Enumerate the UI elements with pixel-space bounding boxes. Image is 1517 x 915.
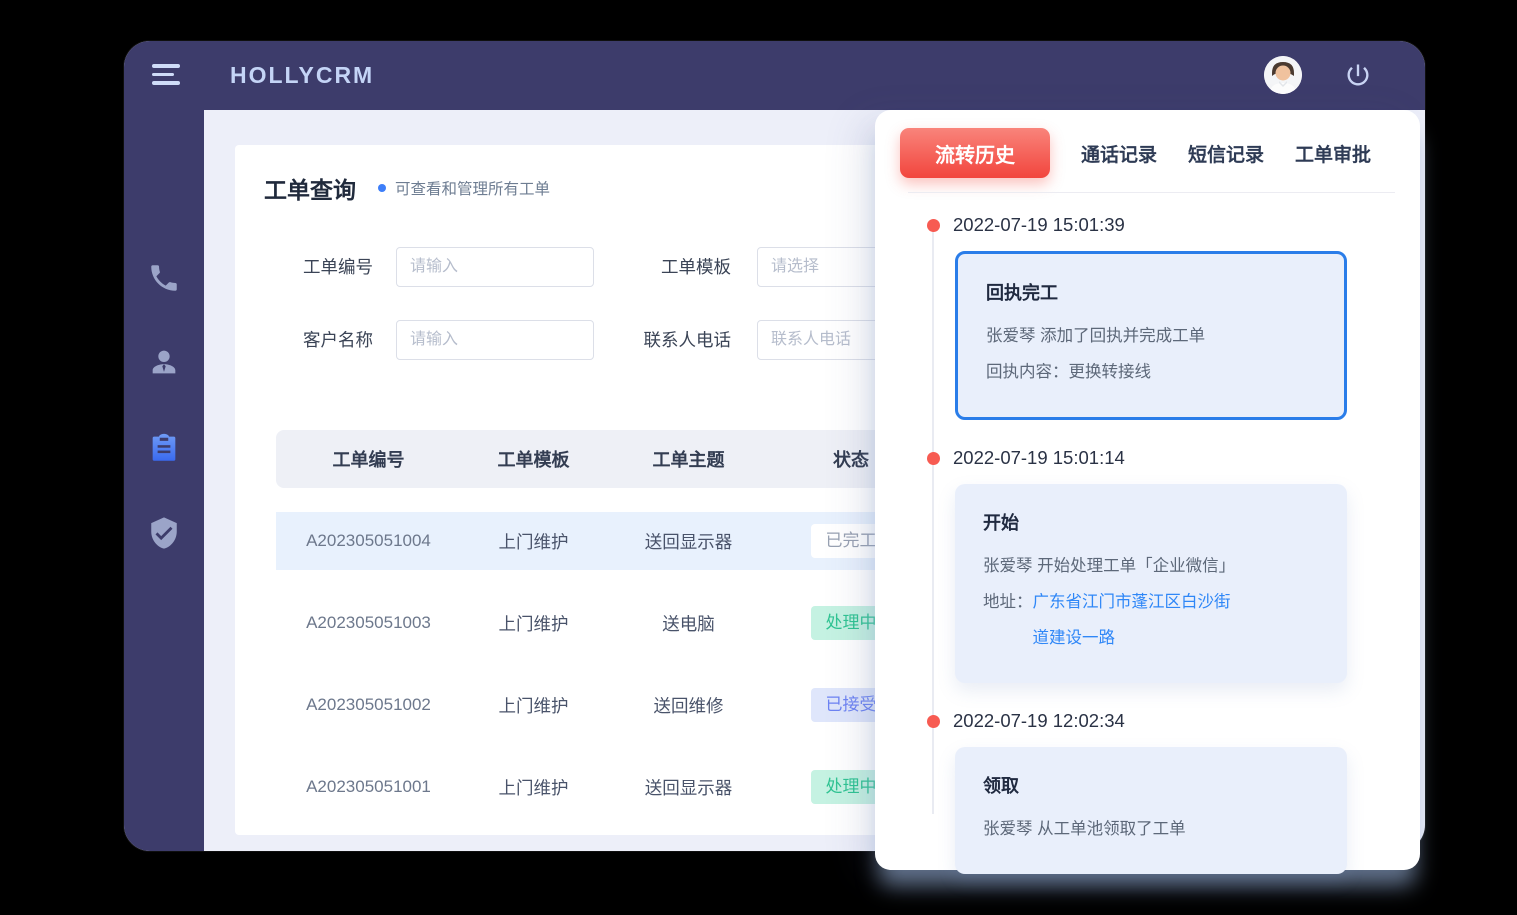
app-logo: HOLLYCRM	[230, 41, 374, 110]
cell-order-no: A202305051004	[276, 531, 461, 551]
timeline-card-address-row: 地址： 广东省江门市蓬江区白沙街道建设一路	[983, 584, 1319, 656]
timeline-timestamp: 2022-07-19 15:01:39	[953, 206, 1392, 236]
sidebar-nav	[124, 110, 204, 851]
filter-label-customer: 客户名称	[265, 320, 373, 360]
table-row[interactable]: A202305051001 上门维护 送回显示器 处理中	[276, 758, 936, 816]
timeline-card-start[interactable]: 开始 张爱琴 开始处理工单「企业微信」 地址： 广东省江门市蓬江区白沙街道建设一…	[955, 484, 1347, 683]
timeline-card-line: 张爱琴 从工单池领取了工单	[983, 811, 1319, 847]
timeline-timestamp: 2022-07-19 12:02:34	[953, 702, 1392, 732]
timeline-card-title: 回执完工	[986, 279, 1316, 305]
phone-icon	[147, 261, 181, 295]
timeline-dot-icon	[927, 452, 940, 465]
timeline-card-line: 回执内容：更换转接线	[986, 354, 1316, 390]
user-avatar[interactable]	[1264, 56, 1302, 94]
order-no-input[interactable]	[396, 247, 594, 287]
customer-name-input[interactable]	[396, 320, 594, 360]
cell-order-no: A202305051003	[276, 613, 461, 633]
page-header: 工单查询 可查看和管理所有工单	[264, 171, 550, 205]
workorder-detail-panel: 流转历史 通话记录 短信记录 工单审批 2022-07-19 15:01:39 …	[875, 110, 1420, 870]
timeline-dot-icon	[927, 715, 940, 728]
power-icon[interactable]	[1344, 61, 1372, 89]
cell-order-no: A202305051001	[276, 777, 461, 797]
timeline-entry: 2022-07-19 15:01:39 回执完工 张爱琴 添加了回执并完成工单 …	[927, 206, 1392, 420]
filter-label-template: 工单模板	[605, 247, 731, 287]
cell-subject: 送回显示器	[606, 775, 771, 800]
timeline-card-receipt-complete[interactable]: 回执完工 张爱琴 添加了回执并完成工单 回执内容：更换转接线	[955, 251, 1347, 420]
page-title: 工单查询	[264, 171, 356, 205]
subtitle-dot-icon	[378, 184, 386, 192]
tab-call-records[interactable]: 通话记录	[1081, 140, 1157, 167]
sidebar-item-customers[interactable]	[147, 345, 181, 379]
filter-label-contact-phone: 联系人电话	[581, 320, 731, 360]
screenshot-root: { "app": { "logo_text": "HOLLYCRM" }, "t…	[0, 0, 1517, 915]
col-header-subject: 工单主题	[606, 446, 771, 472]
menu-icon[interactable]	[152, 64, 182, 88]
workorder-query-card: 工单查询 可查看和管理所有工单 工单编号 工单模板 客户名称 联系人电话 工单编…	[235, 145, 975, 835]
address-link[interactable]: 广东省江门市蓬江区白沙街道建设一路	[1033, 584, 1247, 656]
table-row[interactable]: A202305051004 上门维护 送回显示器 已完工	[276, 512, 936, 570]
sidebar-item-calls[interactable]	[147, 261, 181, 295]
cell-subject: 送回显示器	[606, 529, 771, 554]
col-header-template: 工单模板	[461, 446, 606, 472]
timeline-card-line: 张爱琴 添加了回执并完成工单	[986, 318, 1316, 354]
panel-tabs: 流转历史 通话记录 短信记录 工单审批	[900, 128, 1371, 178]
clipboard-icon	[147, 431, 181, 465]
top-bar: HOLLYCRM	[124, 41, 1425, 110]
timeline-card-title: 领取	[983, 772, 1319, 798]
tab-sms-records[interactable]: 短信记录	[1188, 140, 1264, 167]
address-label: 地址：	[983, 584, 1033, 620]
avatar-image	[1264, 56, 1302, 94]
col-header-order-no: 工单编号	[276, 446, 461, 472]
timeline-entry: 2022-07-19 12:02:34 领取 张爱琴 从工单池领取了工单	[927, 702, 1392, 874]
flow-history-timeline: 2022-07-19 15:01:39 回执完工 张爱琴 添加了回执并完成工单 …	[927, 206, 1392, 893]
person-icon	[147, 345, 181, 379]
cell-template: 上门维护	[461, 611, 606, 636]
timeline-card-line: 张爱琴 开始处理工单「企业微信」	[983, 548, 1319, 584]
tabs-divider	[908, 192, 1395, 193]
cell-template: 上门维护	[461, 529, 606, 554]
tab-flow-history[interactable]: 流转历史	[900, 128, 1050, 178]
cell-template: 上门维护	[461, 775, 606, 800]
page-subtitle: 可查看和管理所有工单	[395, 177, 550, 199]
timeline-timestamp: 2022-07-19 15:01:14	[953, 439, 1392, 469]
filter-label-order-no: 工单编号	[265, 247, 373, 287]
cell-order-no: A202305051002	[276, 695, 461, 715]
cell-subject: 送电脑	[606, 611, 771, 636]
table-header-row: 工单编号 工单模板 工单主题 状态	[276, 430, 936, 488]
cell-subject: 送回维修	[606, 693, 771, 718]
timeline-card-claim[interactable]: 领取 张爱琴 从工单池领取了工单	[955, 747, 1347, 874]
timeline-card-title: 开始	[983, 509, 1319, 535]
shield-check-icon	[147, 516, 181, 550]
workorder-table: 工单编号 工单模板 工单主题 状态 A202305051004 上门维护 送回显…	[276, 430, 936, 816]
sidebar-item-security[interactable]	[147, 516, 181, 550]
timeline-dot-icon	[927, 219, 940, 232]
table-row[interactable]: A202305051002 上门维护 送回维修 已接受	[276, 676, 936, 734]
sidebar-item-workorders[interactable]	[147, 431, 181, 465]
timeline-entry: 2022-07-19 15:01:14 开始 张爱琴 开始处理工单「企业微信」 …	[927, 439, 1392, 683]
cell-template: 上门维护	[461, 693, 606, 718]
table-row[interactable]: A202305051003 上门维护 送电脑 处理中	[276, 594, 936, 652]
tab-approval[interactable]: 工单审批	[1295, 140, 1371, 167]
